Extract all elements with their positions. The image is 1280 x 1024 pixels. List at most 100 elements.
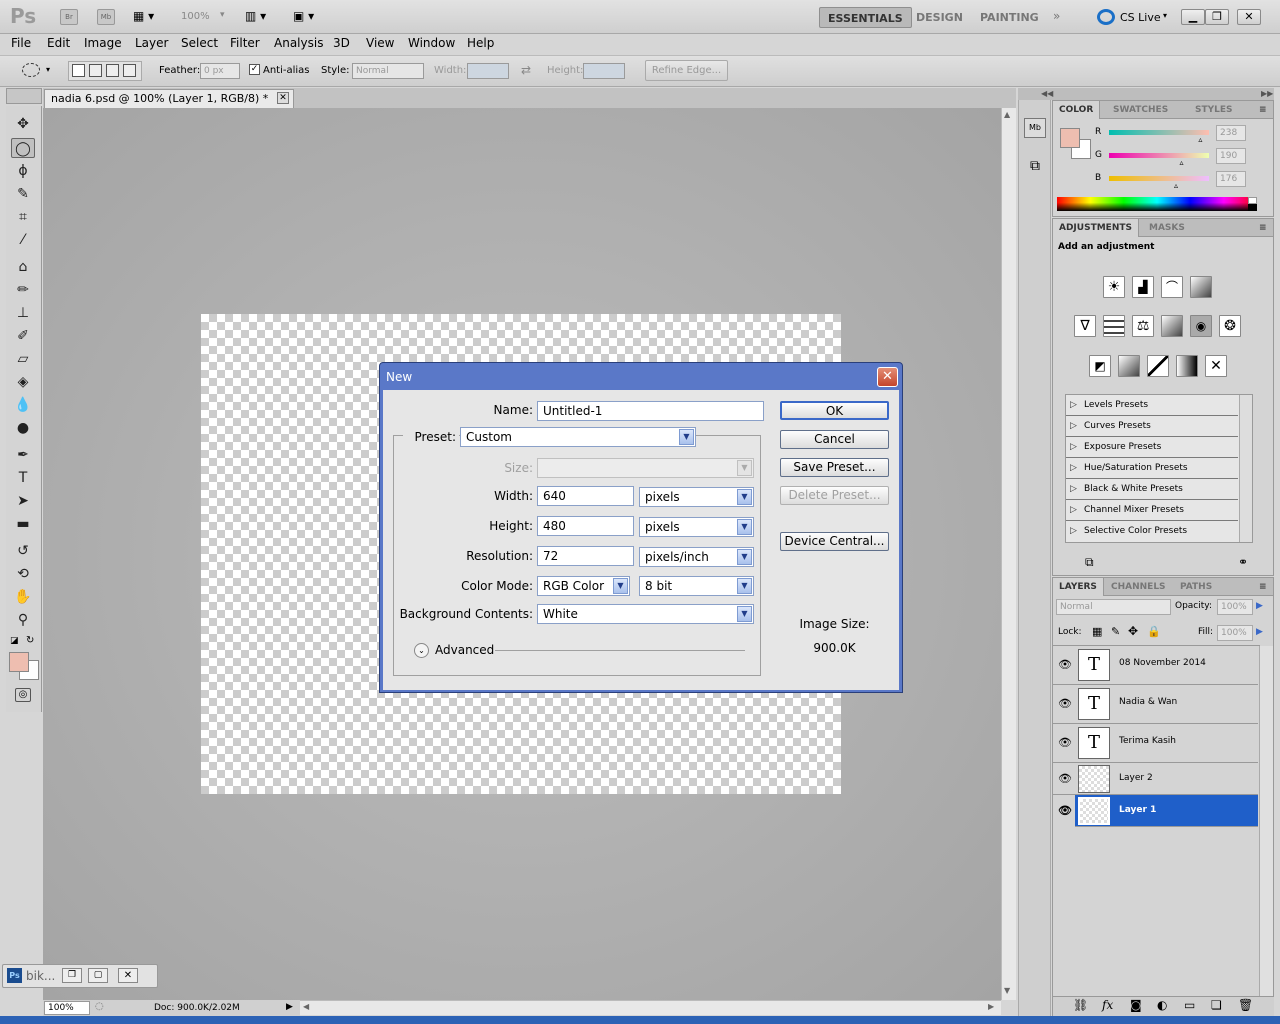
restore-button[interactable]: ❐ (1205, 9, 1229, 25)
clip-layer-icon[interactable]: ⚭ (1238, 555, 1248, 569)
add-mask-icon[interactable]: ◙ (1130, 998, 1142, 1012)
return-to-list-icon[interactable]: ⧉ (1085, 555, 1094, 570)
eye-icon[interactable]: 👁 (1053, 795, 1075, 827)
3d-orbit-tool-icon[interactable]: ⟲ (11, 564, 35, 584)
curves-icon[interactable]: ⌒ (1161, 276, 1183, 298)
mini-bridge-button[interactable]: Mb (97, 9, 115, 25)
menu-edit[interactable]: Edit (47, 36, 70, 50)
vibrance-icon[interactable]: ∇ (1074, 315, 1096, 337)
color-balance-icon[interactable]: ⚖ (1132, 315, 1154, 337)
invert-icon[interactable]: ◩ (1089, 355, 1111, 377)
panel-menu-icon[interactable]: ≡ (1253, 219, 1273, 237)
preset-levels[interactable]: Levels Presets (1066, 395, 1238, 416)
tab-adjustments[interactable]: ADJUSTMENTS (1053, 219, 1139, 237)
layer-row-selected[interactable]: 👁 Layer 1 (1053, 795, 1258, 827)
threshold-icon[interactable] (1147, 355, 1169, 377)
scroll-down-arrow-icon[interactable]: ▼ (1004, 986, 1010, 995)
opacity-arrow-icon[interactable]: ▶ (1256, 601, 1263, 611)
lasso-tool-icon[interactable]: ϕ (11, 161, 35, 181)
history-brush-tool-icon[interactable]: ✐ (11, 326, 35, 346)
type-tool-icon[interactable]: T (11, 468, 35, 488)
close-document-icon[interactable]: ✕ (277, 92, 289, 104)
maximize-icon[interactable]: ▢ (88, 968, 108, 983)
cancel-button[interactable]: Cancel (780, 430, 889, 449)
save-preset-button[interactable]: Save Preset... (780, 458, 889, 477)
r-slider[interactable] (1109, 130, 1209, 135)
link-layers-icon[interactable]: ⛓ (1073, 998, 1088, 1012)
tab-color[interactable]: COLOR (1053, 101, 1101, 119)
background-contents-select[interactable]: White ▼ (537, 604, 754, 624)
layers-scrollbar[interactable] (1259, 646, 1273, 996)
rectangle-tool-icon[interactable]: ▬ (11, 514, 35, 534)
color-fg-swatch[interactable] (1060, 128, 1080, 148)
bridge-launch-button[interactable]: Br (60, 9, 78, 25)
subtract-from-selection-icon[interactable] (106, 64, 119, 77)
default-colors-icon[interactable]: ◪ (10, 636, 19, 646)
new-group-icon[interactable]: ▭ (1184, 998, 1195, 1012)
refine-edge-button[interactable]: Refine Edge... (645, 60, 728, 81)
menu-analysis[interactable]: Analysis (274, 36, 323, 50)
advanced-toggle-icon[interactable]: ⌄ (414, 643, 429, 658)
scroll-right-arrow-icon[interactable]: ▶ (988, 1002, 994, 1011)
dialog-close-button[interactable]: ✕ (877, 367, 898, 387)
levels-icon[interactable]: ▟ (1132, 276, 1154, 298)
black-white-icon[interactable] (1161, 315, 1183, 337)
white-swatch[interactable] (1248, 197, 1257, 204)
zoom-level-field[interactable]: 100% (44, 1001, 90, 1015)
eye-icon[interactable]: 👁 (1058, 736, 1072, 749)
extras-menu-icon[interactable]: ▦ ▾ (133, 9, 163, 25)
adjustment-layer-icon[interactable]: ◐ (1157, 998, 1167, 1012)
fill-arrow-icon[interactable]: ▶ (1256, 627, 1263, 637)
name-input[interactable]: Untitled-1 (537, 401, 764, 421)
minimize-button[interactable]: ▁ (1181, 9, 1205, 25)
document-tab[interactable]: nadia 6.psd @ 100% (Layer 1, RGB/8) * (44, 89, 294, 108)
collapse-dock-icon[interactable]: ◀◀ (1041, 89, 1053, 98)
status-info-icon[interactable]: ◌ (95, 1001, 104, 1012)
r-slider-thumb[interactable]: ▵ (1198, 135, 1202, 144)
history-panel-icon[interactable]: ⧉ (1024, 158, 1046, 180)
b-value-input[interactable]: 176 (1216, 171, 1246, 187)
clone-stamp-tool-icon[interactable]: ⊥ (11, 303, 35, 323)
layer-row[interactable]: 👁 Layer 2 (1053, 763, 1258, 795)
hue-saturation-icon[interactable] (1103, 315, 1125, 337)
3d-rotate-tool-icon[interactable]: ↺ (11, 541, 35, 561)
preset-exposure[interactable]: Exposure Presets (1066, 437, 1238, 458)
pen-tool-icon[interactable]: ✒ (11, 445, 35, 465)
more-workspaces-icon[interactable]: » (1053, 9, 1060, 23)
move-tool-icon[interactable]: ✥ (11, 114, 35, 134)
lock-transparent-icon[interactable]: ▦ (1092, 625, 1102, 638)
scroll-left-arrow-icon[interactable]: ◀ (303, 1002, 309, 1011)
ok-button[interactable]: OK (780, 401, 889, 420)
r-value-input[interactable]: 238 (1216, 125, 1246, 141)
fill-input[interactable]: 100% (1217, 625, 1253, 641)
vertical-scrollbar[interactable] (1001, 108, 1016, 1000)
tab-styles[interactable]: STYLES (1189, 101, 1239, 119)
lock-all-icon[interactable]: 🔒 (1147, 625, 1161, 638)
quick-mask-icon[interactable]: ◎ (15, 688, 31, 702)
menu-file[interactable]: File (11, 36, 31, 50)
b-slider-thumb[interactable]: ▵ (1174, 181, 1178, 190)
tab-channels[interactable]: CHANNELS (1105, 578, 1172, 596)
lock-position-icon[interactable]: ✥ (1128, 624, 1138, 638)
preset-channel-mixer[interactable]: Channel Mixer Presets (1066, 500, 1238, 521)
menu-3d[interactable]: 3D (333, 36, 350, 50)
healing-brush-tool-icon[interactable]: ⌂ (11, 257, 35, 277)
elliptical-marquee-preset-icon[interactable] (22, 63, 40, 77)
width-unit-select[interactable]: pixels ▼ (639, 487, 754, 507)
add-to-selection-icon[interactable] (89, 64, 102, 77)
presets-scrollbar[interactable] (1239, 395, 1252, 542)
preset-curves[interactable]: Curves Presets (1066, 416, 1238, 437)
foreground-color-swatch[interactable] (9, 652, 29, 672)
selective-color-icon[interactable]: ✕ (1205, 355, 1227, 377)
workspace-essentials-button[interactable]: ESSENTIALS (819, 7, 912, 28)
width-input[interactable] (467, 63, 509, 79)
restore-icon[interactable]: ❐ (62, 968, 82, 983)
g-slider[interactable] (1109, 153, 1209, 158)
g-slider-thumb[interactable]: ▵ (1180, 158, 1184, 167)
layer-row[interactable]: 👁 T Nadia & Wan (1053, 685, 1258, 724)
preset-black-white[interactable]: Black & White Presets (1066, 479, 1238, 500)
posterize-icon[interactable] (1118, 355, 1140, 377)
tab-paths[interactable]: PATHS (1174, 578, 1218, 596)
swap-dimensions-icon[interactable]: ⇄ (521, 63, 531, 77)
blend-mode-select[interactable]: Normal (1056, 599, 1171, 615)
